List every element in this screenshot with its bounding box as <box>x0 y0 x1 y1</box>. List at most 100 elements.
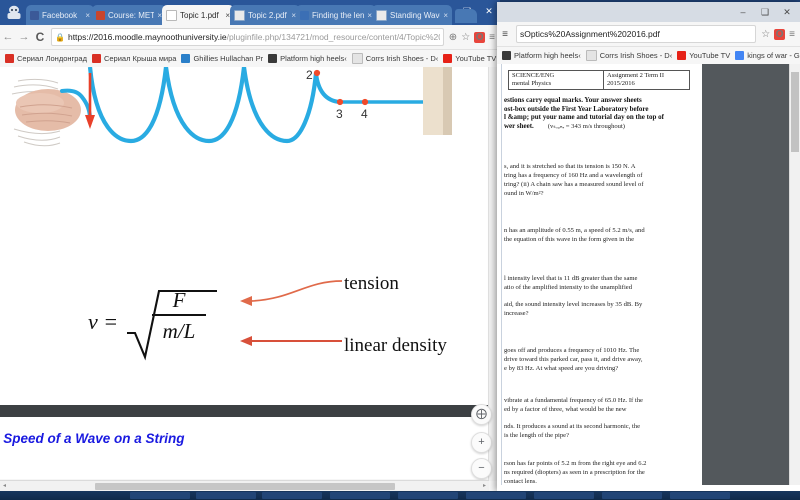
assignment-intro: estions carry equal marks. Your answer s… <box>504 96 694 131</box>
bookmark-favicon <box>443 54 453 63</box>
reload-icon[interactable]: C <box>32 30 48 44</box>
bookmark-item[interactable]: kings of war - Googl‹ <box>735 51 800 60</box>
question-line: rson has far points of 5.2 m from the ri… <box>504 460 647 467</box>
scroll-right-arrow-icon[interactable]: ▸ <box>483 482 486 489</box>
question-line: contact lens. <box>504 478 537 485</box>
maximize-button[interactable]: ❑ <box>754 2 776 22</box>
tab-label: Standing Wave... <box>390 10 440 20</box>
close-button[interactable]: ✕ <box>776 2 798 22</box>
url-path: /pluginfile.php/134721/mod_resource/cont… <box>226 32 440 42</box>
url-origin: https://2016.moodle.maynoothuniversity.i… <box>67 32 227 42</box>
tab-finding-the-lens[interactable]: Finding the len... × <box>296 5 376 25</box>
extension-icon[interactable]: O <box>474 31 486 43</box>
bookmark-item[interactable]: Ghillies Hullachan Pr <box>181 54 263 63</box>
zoom-indicator-icon[interactable]: ⊕ <box>449 32 457 43</box>
tab-course-meta[interactable]: Course: META/... × <box>92 5 166 25</box>
right-menu-icon[interactable]: ≡ <box>497 29 513 40</box>
bookmark-favicon <box>268 54 278 63</box>
lock-icon: 🔒 <box>55 32 65 42</box>
url-text-right: sOptics%20Assignment%202016.pdf <box>520 29 660 39</box>
tab-topic-2-pdf[interactable]: Topic 2.pdf × <box>230 5 300 25</box>
question-line: n has an amplitude of 0.55 m, a speed of… <box>504 227 645 234</box>
bookmark-favicon <box>502 51 511 60</box>
bookmark-star-icon[interactable]: ☆ <box>461 32 470 43</box>
zoom-in-button[interactable]: + <box>471 432 492 453</box>
tab-facebook[interactable]: Facebook × <box>26 5 94 25</box>
chrome-window-left[interactable]: – ❑ ✕ Facebook × Course: META/... × Topi… <box>0 0 500 492</box>
bookmark-item[interactable]: Corrs Irish Shoes - D‹ <box>351 53 439 64</box>
bookmark-item[interactable]: Platform high heels‹ <box>502 51 581 60</box>
bookmarks-bar-left: Сериал Лондонград Сериал Крыша мира Ghil… <box>0 50 500 68</box>
question-line: atio of the amplified intensity to the u… <box>504 284 632 291</box>
scrollbar-thumb[interactable] <box>95 483 395 490</box>
extension-icon[interactable]: O <box>774 28 786 40</box>
question-line: increase? <box>504 310 529 317</box>
tab-label: Topic 1.pdf <box>180 10 219 20</box>
tab-label: Facebook <box>42 10 78 20</box>
annotation-arrow-density-icon <box>240 336 342 346</box>
figure-point-label-4: 4 <box>361 107 368 121</box>
address-bar[interactable]: 🔒 https://2016.moodle.maynoothuniversity… <box>51 28 444 46</box>
question-line: l intensity level that is 11 dB greater … <box>504 275 638 282</box>
pdf-document-right[interactable]: SCIENCE/ENG mental Physics Assignment 2 … <box>497 64 800 485</box>
bookmark-favicon <box>735 51 745 60</box>
favicon-facebook <box>30 10 39 20</box>
bookmark-item[interactable]: Corrs Irish Shoes - D‹ <box>585 50 672 61</box>
window-controls-right[interactable]: – ❑ ✕ <box>732 2 798 22</box>
bookmark-item[interactable]: YouTube TV <box>677 51 730 60</box>
question-block: rson has far points of 5.2 m from the ri… <box>504 459 694 485</box>
tab-close-icon[interactable]: × <box>85 11 90 20</box>
bookmark-item[interactable]: Platform high heels‹ <box>268 54 347 63</box>
question-line: ed by a factor of three, what would be t… <box>504 406 627 413</box>
back-icon[interactable]: ← <box>0 31 16 43</box>
header-line: SCIENCE/ENG <box>512 72 555 79</box>
address-bar-right[interactable]: sOptics%20Assignment%202016.pdf <box>516 25 757 43</box>
favicon-moodle <box>96 10 105 20</box>
pdf-next-page-canvas[interactable]: e Speed of a Wave on a String <box>0 417 489 479</box>
annotation-label-linear-density: linear density <box>344 335 447 356</box>
forward-icon[interactable]: → <box>16 31 32 43</box>
tab-label: Finding the len... <box>312 10 365 20</box>
bookmark-favicon <box>677 51 687 60</box>
minimize-button[interactable]: – <box>732 2 754 22</box>
header-cell-assignment: Assignment 2 Term II 2015/2016 <box>604 71 667 89</box>
favicon-pdf <box>166 9 177 21</box>
bookmark-label: Corrs Irish Shoes - D‹ <box>365 54 439 63</box>
bookmark-item[interactable]: YouTube TV <box>443 54 496 63</box>
omnibox-actions-left: ⊕ ☆ O ≡ <box>447 31 500 43</box>
windows-taskbar[interactable] <box>0 491 800 500</box>
tab-close-icon[interactable]: × <box>443 11 448 20</box>
bookmark-label: YouTube TV <box>689 51 731 60</box>
intro-line: wer sheet. <box>504 121 534 130</box>
bookmark-item[interactable]: Сериал Крыша мира <box>91 54 177 63</box>
zoom-out-button[interactable]: − <box>471 458 492 479</box>
bookmarks-bar-right: Platform high heels‹ Corrs Irish Shoes -… <box>497 47 800 65</box>
new-tab-button[interactable] <box>455 9 477 23</box>
chrome-menu-icon[interactable]: ≡ <box>789 29 795 40</box>
chrome-menu-icon[interactable]: ≡ <box>489 32 495 43</box>
tab-standing-waves[interactable]: Standing Wave... × <box>372 5 452 25</box>
tab-topic-1-pdf[interactable]: Topic 1.pdf × <box>162 5 234 25</box>
chrome-window-right[interactable]: – ❑ ✕ ≡ sOptics%20Assignment%202016.pdf … <box>497 2 800 491</box>
question-block: l intensity level that is 11 dB greater … <box>504 274 694 292</box>
pdf-page-canvas[interactable]: 2 3 4 v = F m/L tension linear density <box>0 67 489 417</box>
figure-point-label-2: 2 <box>306 68 313 82</box>
pdf-page-gap <box>0 405 489 417</box>
scrollbar-thumb[interactable] <box>791 72 799 152</box>
annotation-label-tension: tension <box>344 273 399 294</box>
url-text: https://2016.moodle.maynoothuniversity.i… <box>68 32 440 42</box>
fit-to-page-button[interactable]: ⨁ <box>471 404 492 425</box>
bookmark-label: Сериал Крыша мира <box>103 54 177 63</box>
question-block: n has an amplitude of 0.55 m, a speed of… <box>504 226 694 244</box>
pdf-vertical-scrollbar-right[interactable] <box>789 64 800 485</box>
question-block: vibrate at a fundamental frequency of 65… <box>504 396 694 414</box>
bookmark-star-icon[interactable]: ☆ <box>761 29 770 40</box>
bookmark-item[interactable]: Сериал Лондонград <box>5 54 87 63</box>
tab-strip-left: – ❑ ✕ Facebook × Course: META/... × Topi… <box>0 0 500 25</box>
question-block: goes off and produces a frequency of 101… <box>504 346 694 373</box>
question-line: tring? (ii) A chain saw has a measured s… <box>504 181 644 188</box>
assignment-page: SCIENCE/ENG mental Physics Assignment 2 … <box>501 64 698 485</box>
scroll-left-arrow-icon[interactable]: ◂ <box>3 482 6 489</box>
bookmark-label: Platform high heels‹ <box>514 51 581 60</box>
bookmark-favicon <box>91 54 101 63</box>
